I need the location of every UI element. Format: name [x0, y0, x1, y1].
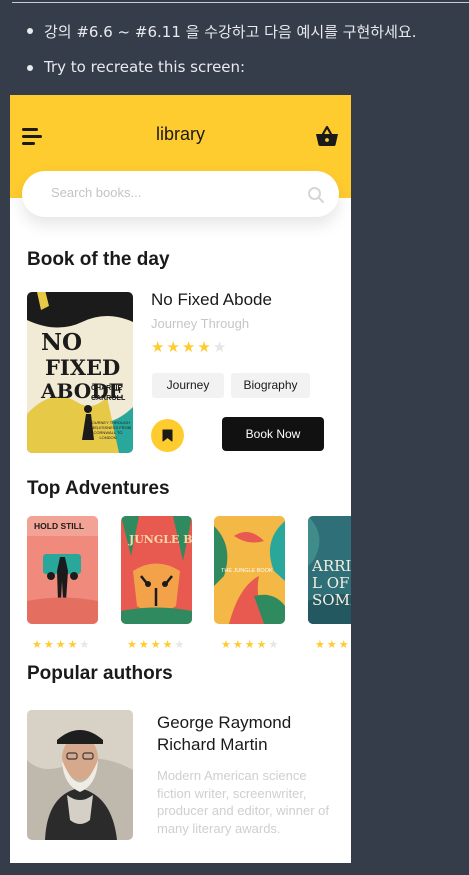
cover-tagline: A JOURNEY THROUGH HOMELESSNESS FROM CORN… — [85, 420, 131, 440]
star-filled-icon: ★ — [166, 339, 180, 356]
star-filled-icon: ★ — [150, 639, 161, 651]
adventure-cover-title-1: HOLD STILL — [34, 521, 84, 531]
star-rating-adventure-3: ★ ★ ★ ★ ★ — [221, 640, 278, 651]
adventure-book-cover-3[interactable]: THE JUNGLE BOOK — [214, 516, 285, 624]
adventure-book-cover-4[interactable]: ARRIVAL OF SOME — [308, 516, 351, 624]
search-bar — [22, 171, 339, 217]
star-filled-icon: ★ — [138, 639, 149, 651]
star-rating-adventure-1: ★ ★ ★ ★ ★ — [32, 640, 89, 651]
star-filled-icon: ★ — [127, 639, 137, 651]
star-filled-icon: ★ — [32, 639, 42, 651]
author-bio: Modern American science fiction writer, … — [157, 768, 329, 836]
book-cover-no-fixed-abode[interactable]: NO FIXED ABODE CHARLIE CARROLL A JOURNEY… — [27, 292, 133, 453]
author-name: George Raymond Richard Martin — [157, 713, 292, 754]
bookmark-button[interactable] — [151, 419, 184, 452]
star-rating-adventure-2: ★ ★ ★ ★ ★ — [127, 640, 184, 651]
adventure-cover-title-3: THE JUNGLE BOOK — [221, 568, 273, 574]
star-empty-icon: ★ — [212, 339, 227, 356]
adventure-cover-title-2: JUNGLE BOOK — [128, 533, 192, 546]
app-screen: library Book of the day — [10, 95, 351, 863]
app-title: library — [155, 124, 205, 144]
star-rating-adventure-4: ★★★★★ — [315, 640, 351, 651]
star-filled-icon: ★ — [162, 639, 173, 651]
tag-journey[interactable]: Journey — [152, 373, 224, 398]
adventure-book-cover-1[interactable]: HOLD STILL — [27, 516, 98, 624]
star-empty-icon: ★ — [174, 639, 185, 651]
cover-author-line-1: CHARLIE — [91, 385, 122, 392]
star-filled-icon: ★ — [244, 639, 255, 651]
cover-author-line-2: CARROLL — [91, 395, 126, 402]
section-title-popular-authors: Popular authors — [27, 663, 173, 684]
star-filled-icon: ★ — [338, 639, 349, 651]
star-filled-icon: ★ — [232, 639, 243, 651]
book-now-button[interactable]: Book Now — [222, 417, 324, 451]
star-empty-icon: ★ — [268, 639, 279, 651]
star-filled-icon: ★ — [256, 639, 267, 651]
adventure-cover-title-4: ARRIVAL OF SOME — [312, 558, 351, 608]
section-title-book-of-the-day: Book of the day — [27, 249, 170, 270]
cover-title-line-2: FIXED — [45, 355, 120, 380]
star-filled-icon: ★ — [326, 639, 337, 651]
book-title: No Fixed Abode — [151, 290, 272, 309]
instruction-item-1: 강의 #6.6 ~ #6.11 을 수강하고 다음 예시를 구현하세요. — [26, 23, 417, 41]
star-rating: ★ ★ ★ ★ ★ — [151, 340, 226, 355]
instruction-item-2: Try to recreate this screen: — [26, 58, 246, 76]
star-filled-icon: ★ — [197, 339, 211, 356]
star-filled-icon: ★ — [151, 339, 165, 356]
author-photo[interactable] — [27, 710, 133, 840]
star-filled-icon: ★ — [315, 639, 325, 651]
star-filled-icon: ★ — [221, 639, 231, 651]
tag-biography[interactable]: Biography — [231, 373, 310, 398]
star-filled-icon: ★ — [181, 339, 196, 356]
star-empty-icon: ★ — [79, 639, 90, 651]
adventure-book-cover-2[interactable]: JUNGLE BOOK — [121, 516, 192, 624]
bookmark-icon — [162, 429, 173, 442]
section-title-top-adventures: Top Adventures — [27, 478, 170, 499]
shopping-basket-icon[interactable] — [315, 125, 339, 147]
star-filled-icon: ★ — [67, 639, 78, 651]
book-subtitle: Journey Through — [151, 316, 250, 331]
search-input[interactable] — [51, 185, 281, 200]
cover-title-line-1: NO — [41, 329, 82, 356]
divider — [12, 2, 469, 3]
star-filled-icon: ★ — [43, 639, 54, 651]
star-filled-icon: ★ — [55, 639, 66, 651]
search-icon[interactable] — [307, 186, 325, 204]
